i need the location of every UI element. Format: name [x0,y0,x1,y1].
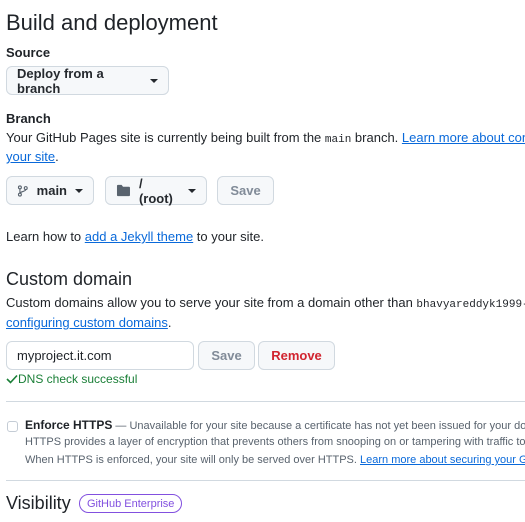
dns-status-text: DNS check successful [18,372,138,386]
page-title: Build and deployment [6,10,218,35]
enforce-https-checkbox[interactable] [7,421,18,432]
domain-save-label: Save [211,348,242,363]
remove-button[interactable]: Remove [258,341,335,370]
jekyll-theme-link[interactable]: add a Jekyll theme [85,229,193,244]
visibility-title: Visibility [6,493,71,513]
github-enterprise-badge: GitHub Enterprise [79,494,183,513]
configuring-custom-domains-link[interactable]: configuring custom domains [6,315,168,330]
dns-status: DNS check successful [6,372,137,386]
jekyll-text-post: to your site. [193,229,264,244]
divider [6,401,525,402]
https-unavailable-text: — Unavailable for your site because a ce… [112,420,525,432]
branch-description: Your GitHub Pages site is currently bein… [6,130,525,146]
folder-select-label: / (root) [138,175,173,206]
https-enforced-text: When HTTPS is enforced, your site will o… [25,454,525,466]
period: . [167,315,172,330]
jekyll-text-pre: Learn how to [6,229,85,244]
period: . [55,149,59,164]
branch-save-label: Save [230,183,261,198]
domain-save-button[interactable]: Save [198,341,255,370]
git-branch-icon [17,184,28,197]
remove-label: Remove [271,348,322,363]
branch-description-line2: your site. [6,149,59,164]
https-enforced-pre: When HTTPS is enforced, your site will o… [25,454,361,466]
caret-down-icon [150,78,158,83]
branch-save-button[interactable]: Save [217,176,274,205]
branch-desc-text: Your GitHub Pages site is currently bein… [6,130,325,145]
custom-domain-description: Custom domains allow you to serve your s… [6,295,525,311]
source-dropdown[interactable]: Deploy from a branch [6,65,169,96]
custom-domain-description-line2: configuring custom domains. [6,315,171,330]
branch-label: Branch [6,111,51,126]
enforce-https-label: Enforce HTTPS [25,418,113,432]
branch-desc-text-2: branch. [351,130,402,145]
divider [6,480,525,481]
caret-down-icon [188,188,196,193]
https-description: HTTPS provides a layer of encryption tha… [25,436,525,448]
learn-more-config-link[interactable]: Learn more about config [402,130,525,145]
check-icon [6,374,18,384]
custom-domain-title: Custom domain [6,269,133,289]
branch-select-label: main [36,183,67,198]
jekyll-text: Learn how to add a Jekyll theme to your … [6,229,264,244]
source-label: Source [6,45,51,60]
folder-icon [116,184,130,197]
your-site-link[interactable]: your site [6,149,55,164]
custom-domain-input[interactable]: myproject.it.com [6,341,194,370]
securing-github-pages-link[interactable]: Learn more about securing your GitHu [360,454,525,466]
source-dropdown-label: Deploy from a branch [17,65,104,96]
custom-domain-desc-text: Custom domains allow you to serve your s… [6,295,417,310]
caret-down-icon [75,188,83,193]
default-domain-code: bhavyareddyk1999-bli [416,299,525,311]
branch-select[interactable]: main [6,176,94,205]
folder-select[interactable]: / (root) [105,175,207,206]
branch-code: main [324,134,352,146]
enforce-https-row: Enforce HTTPS — Unavailable for your sit… [25,418,525,432]
